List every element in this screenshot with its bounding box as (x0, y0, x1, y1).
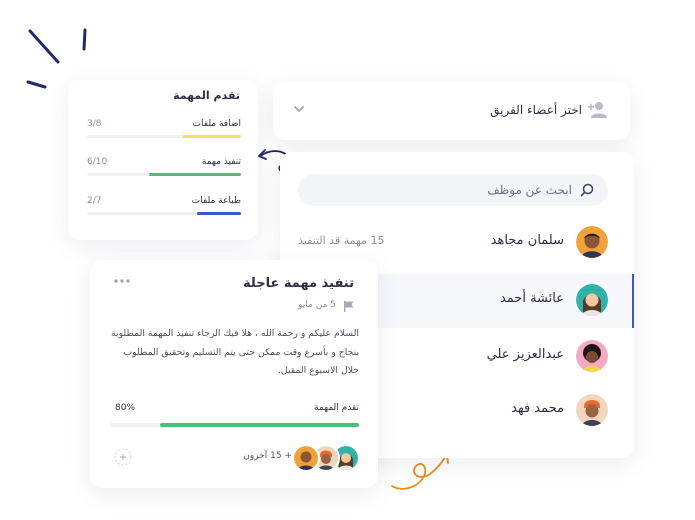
progress-row: اضافة ملفات 3/8 (87, 119, 241, 141)
team-members-label: اختر أعضاء الفريق (490, 103, 582, 117)
progress-row: تنفيذ مهمة 6/10 (87, 157, 241, 179)
more-horizontal-icon[interactable] (114, 279, 130, 283)
progress-fill (183, 135, 241, 138)
flag-icon (344, 301, 354, 312)
urgent-task-card[interactable]: تنفيذ مهمة عاجلة 5 من مايو السلام عليكم … (90, 260, 378, 488)
task-date: 5 من مايو (298, 300, 336, 310)
progress-label: طباعة ملفات (191, 196, 241, 206)
chevron-down-icon[interactable] (293, 104, 305, 114)
task-progress-title: تقدم المهمة (173, 89, 240, 102)
search-input[interactable] (332, 174, 572, 206)
more-members-count[interactable]: + 15 آخرون (243, 451, 292, 461)
progress-fill (148, 173, 241, 176)
employee-search[interactable] (298, 174, 608, 206)
employee-name: محمد فهد (511, 401, 564, 416)
avatar (576, 226, 608, 258)
employee-name: عبدالعزيز علي (486, 347, 564, 362)
team-members-dropdown[interactable]: اختر أعضاء الفريق (273, 82, 630, 140)
progress-track (87, 173, 241, 176)
task-progress-card: تقدم المهمة اضافة ملفات 3/8 تنفيذ مهمة 6… (68, 80, 258, 240)
member-avatar[interactable] (292, 444, 320, 472)
search-icon (580, 183, 594, 197)
progress-count: 2/7 (87, 196, 102, 206)
task-progress-track (110, 423, 359, 427)
task-message: السلام عليكم و رحمة الله ، هلا فيك الرجا… (111, 328, 359, 376)
task-progress-fill (159, 423, 359, 427)
employee-name: عائشة أحمد (499, 291, 564, 306)
progress-track (87, 212, 241, 215)
task-title: تنفيذ مهمة عاجلة (243, 276, 354, 291)
employee-name: سلمان مجاهد (490, 233, 564, 248)
add-member-icon[interactable] (114, 448, 132, 466)
avatar (576, 284, 608, 316)
progress-row: طباعة ملفات 2/7 (87, 196, 241, 218)
task-progress-value: 80% (115, 403, 136, 413)
avatar (576, 394, 608, 426)
avatar (576, 340, 608, 372)
progress-count: 6/10 (87, 157, 108, 167)
employee-task-count: 15 مهمة قد التنفيذ (298, 234, 385, 247)
progress-fill (197, 212, 241, 215)
task-progress-label: تقدم المهمة (314, 403, 359, 413)
progress-label: تنفيذ مهمة (201, 157, 241, 167)
progress-label: اضافة ملفات (192, 119, 241, 129)
progress-track (87, 135, 241, 138)
progress-count: 3/8 (87, 119, 102, 129)
add-user-icon (588, 102, 607, 118)
